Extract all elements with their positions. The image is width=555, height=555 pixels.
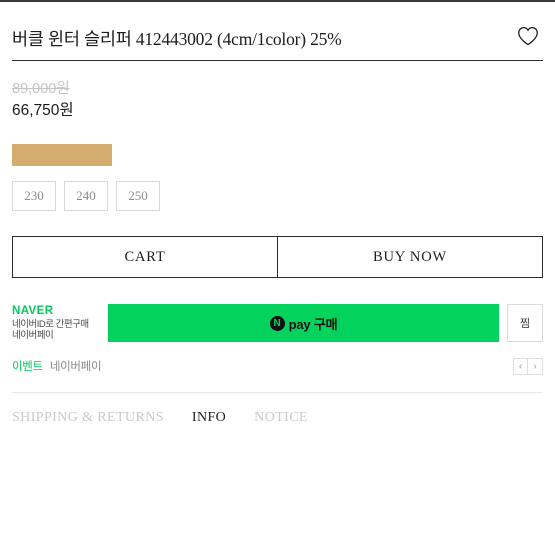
cart-button[interactable]: CART xyxy=(13,237,277,277)
chevron-left-icon[interactable]: ‹ xyxy=(513,357,528,375)
buy-now-button[interactable]: BUY NOW xyxy=(277,237,542,277)
title-row: 버클 윈터 슬리퍼 412443002 (4cm/1color) 25% xyxy=(0,16,555,60)
page-title: 버클 윈터 슬리퍼 412443002 (4cm/1color) 25% xyxy=(12,28,342,49)
event-badge: 이벤트 xyxy=(12,361,43,373)
product-detail-page: 버클 윈터 슬리퍼 412443002 (4cm/1color) 25% 89,… xyxy=(0,0,555,555)
color-option-row xyxy=(0,122,555,166)
size-button-240[interactable]: 240 xyxy=(64,181,108,211)
naver-wishlist-button[interactable]: 찜 xyxy=(507,304,543,342)
naver-info-block: NAVER 네이버ID로 간편구매 네이버페이 xyxy=(12,305,100,341)
sale-price: 66,750원 xyxy=(12,102,74,119)
naver-logo: NAVER xyxy=(12,305,54,318)
chevron-right-icon[interactable]: › xyxy=(528,357,543,375)
event-left-group: 이벤트 네이버페이 xyxy=(12,358,102,374)
event-description: 네이버페이 xyxy=(49,361,102,373)
size-button-230[interactable]: 230 xyxy=(12,181,56,211)
color-swatch-beige[interactable] xyxy=(12,144,112,166)
tab-notice[interactable]: NOTICE xyxy=(254,410,308,426)
size-button-250[interactable]: 250 xyxy=(116,181,160,211)
price-block: 89,000원 66,750원 xyxy=(0,61,555,122)
wishlist-heart-button[interactable] xyxy=(513,23,543,53)
heart-icon xyxy=(517,26,539,51)
naver-sub-line-1: 네이버ID로 간편구매 xyxy=(12,318,89,330)
event-carousel-nav: ‹ › xyxy=(513,357,543,375)
naver-sub-line-2: 네이버페이 xyxy=(12,329,54,341)
npay-logo-icon: N xyxy=(269,315,285,331)
naver-pay-label: pay 구매 xyxy=(288,316,338,332)
detail-tab-row: SHIPPING & RETURNS INFO NOTICE xyxy=(0,393,555,426)
naver-pay-row: NAVER 네이버ID로 간편구매 네이버페이 N pay 구매 찜 xyxy=(12,304,543,342)
tab-info[interactable]: INFO xyxy=(192,410,226,426)
event-row: 이벤트 네이버페이 ‹ › xyxy=(12,356,543,376)
naver-pay-buy-button[interactable]: N pay 구매 xyxy=(108,304,499,342)
purchase-action-row: CART BUY NOW xyxy=(12,236,543,278)
tab-shipping-returns[interactable]: SHIPPING & RETURNS xyxy=(12,410,164,426)
size-option-row: 230 240 250 xyxy=(0,166,555,211)
original-price: 89,000원 xyxy=(12,81,70,97)
